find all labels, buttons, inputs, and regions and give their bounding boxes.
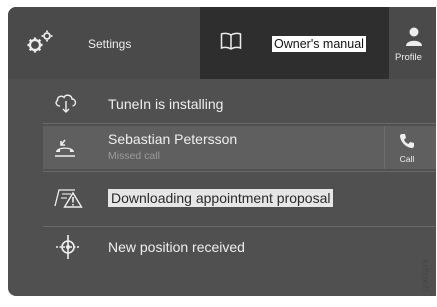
notification-position[interactable]: New position received	[43, 230, 436, 265]
person-icon	[405, 27, 423, 52]
tab-profile[interactable]: Profile	[389, 7, 436, 79]
divider	[43, 123, 436, 124]
divider	[43, 171, 436, 172]
notification-appointment[interactable]: Downloading appointment proposal	[43, 182, 436, 217]
tab-owners-manual-label: Owner's manual	[272, 36, 366, 52]
call-button[interactable]: Call	[384, 126, 429, 169]
service-warning-icon	[53, 186, 83, 215]
notification-text: TuneIn is installing	[108, 96, 224, 112]
divider	[43, 226, 436, 227]
tab-profile-label: Profile	[395, 52, 422, 63]
tab-settings[interactable]: Settings	[8, 7, 200, 79]
position-crosshair-icon	[53, 232, 83, 267]
caller-name: Sebastian Petersson	[108, 131, 238, 147]
tab-owners-manual[interactable]: Owner's manual	[200, 7, 389, 79]
notification-tunein[interactable]: TuneIn is installing	[43, 87, 436, 122]
notification-missed-call[interactable]: Sebastian Petersson Missed call Call	[43, 126, 436, 169]
center-display: Settings Owner's manual Profile TuneIn i…	[8, 7, 436, 296]
cloud-download-icon	[53, 91, 79, 120]
call-button-label: Call	[399, 154, 415, 164]
phone-icon	[398, 132, 416, 155]
top-bar: Settings Owner's manual Profile	[8, 7, 436, 79]
notification-text: New position received	[108, 239, 245, 255]
tab-settings-label: Settings	[88, 37, 132, 51]
gears-icon	[26, 29, 56, 60]
image-code: G063375	[421, 259, 430, 292]
missed-call-icon	[53, 136, 77, 163]
book-icon	[220, 32, 242, 55]
notification-text: Downloading appointment proposal	[108, 189, 334, 207]
call-status: Missed call	[108, 150, 160, 162]
